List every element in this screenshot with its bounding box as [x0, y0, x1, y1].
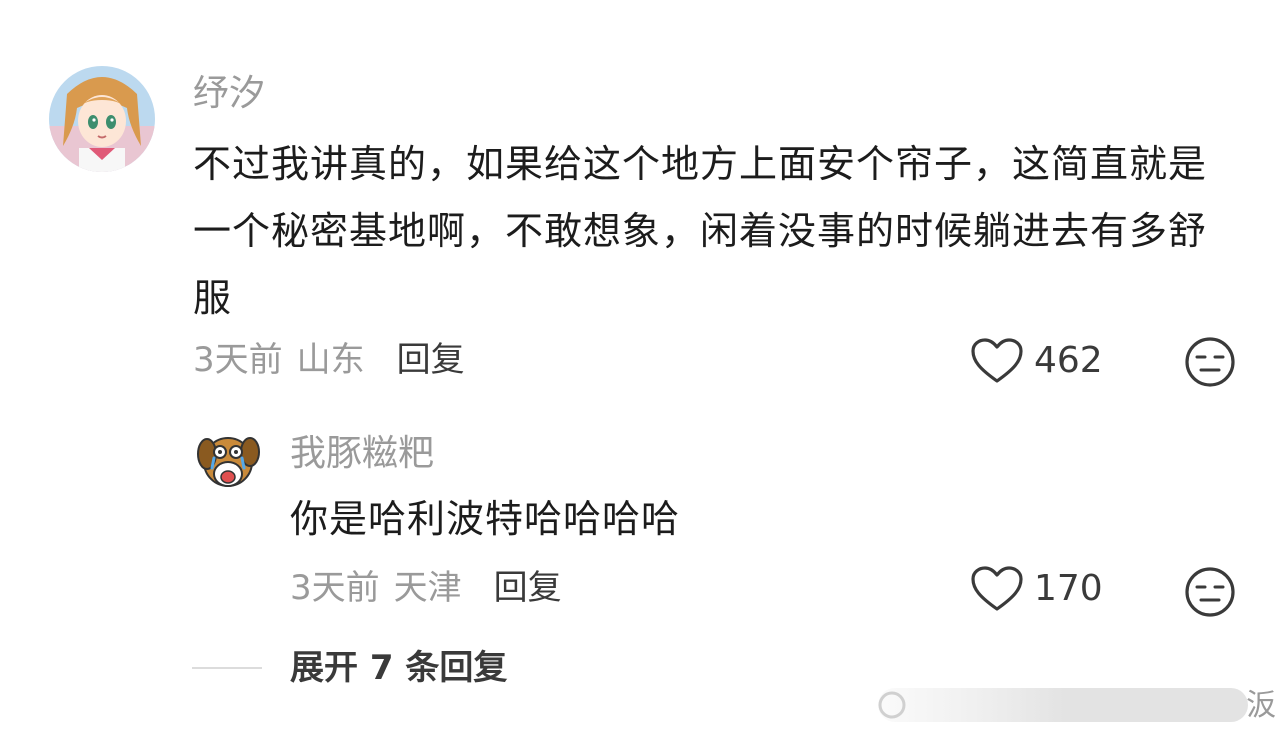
reply-dislike-button[interactable] — [1184, 566, 1236, 618]
meh-face-icon — [1185, 567, 1235, 617]
reply-username[interactable]: 我豚糍粑 — [290, 432, 434, 476]
avatar[interactable] — [49, 66, 155, 172]
dislike-button[interactable] — [1184, 336, 1236, 388]
comment-text: 不过我讲真的，如果给这个地方上面安个帘子，这简直就是一个秘密基地啊，不敢想象，闲… — [193, 142, 1208, 320]
reply-time: 3天前 — [290, 568, 380, 608]
reply-meta: 3天前 天津 回复 — [290, 566, 562, 610]
comment-location: 山东 — [296, 340, 365, 380]
comment-meta: 3天前 山东 回复 — [193, 338, 465, 382]
reply-like-count: 170 — [1034, 568, 1103, 609]
crying-dog-avatar-icon — [192, 422, 264, 494]
expand-divider — [192, 667, 262, 669]
anime-girl-avatar-icon — [49, 66, 155, 172]
expand-replies-link[interactable]: 展开 7 条回复 — [290, 646, 507, 690]
heart-icon — [971, 338, 1023, 383]
reply-like-button[interactable]: 170 — [970, 564, 1103, 614]
watermark-logo-icon — [878, 688, 1248, 722]
reply-location: 天津 — [393, 568, 462, 608]
like-count: 462 — [1034, 340, 1103, 381]
meh-face-icon — [1185, 337, 1235, 387]
reply-avatar[interactable] — [192, 422, 264, 494]
watermark-text: 汳 — [1246, 688, 1276, 723]
reply-button[interactable]: 回复 — [397, 340, 465, 380]
reply-text: 你是哈利波特哈哈哈哈 — [290, 497, 681, 541]
comment-time: 3天前 — [193, 340, 283, 380]
like-button[interactable]: 462 — [970, 336, 1103, 386]
reply-reply-button[interactable]: 回复 — [494, 568, 562, 608]
comment-username[interactable]: 纾汐 — [193, 72, 265, 116]
heart-icon — [971, 566, 1023, 611]
